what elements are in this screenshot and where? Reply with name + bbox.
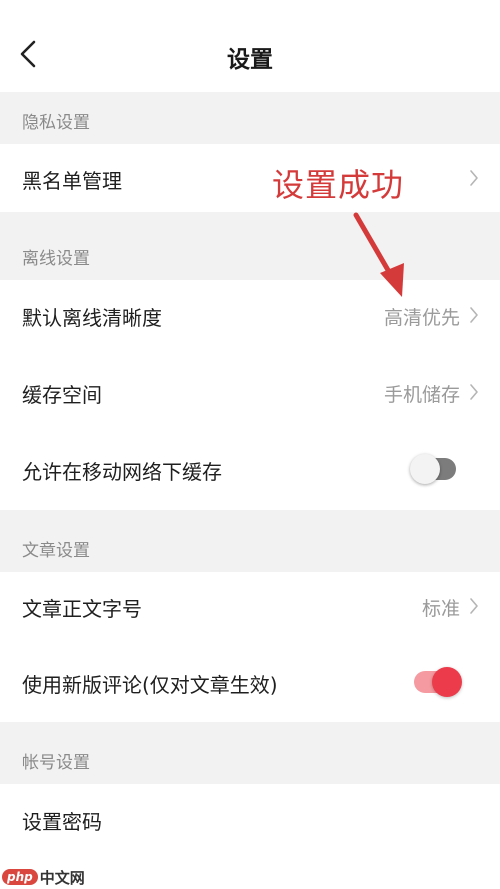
row-font-size[interactable]: 文章正文字号 标准 (0, 572, 500, 642)
row-cache-space[interactable]: 缓存空间 手机储存 (0, 352, 500, 430)
row-mobile-cache-label: 允许在移动网络下缓存 (22, 460, 222, 484)
section-title-privacy: 隐私设置 (22, 113, 90, 133)
page-title: 设置 (227, 47, 273, 73)
watermark-text: 中文网 (39, 868, 85, 887)
chevron-right-icon (470, 170, 478, 186)
new-comments-toggle[interactable] (414, 667, 462, 697)
section-header-account: 帐号设置 (0, 722, 500, 784)
row-set-password-label: 设置密码 (22, 810, 102, 834)
section-title-article: 文章设置 (22, 541, 90, 561)
section-header-privacy: 隐私设置 (0, 92, 500, 144)
watermark-logo: php (2, 869, 38, 885)
toggle-knob (432, 667, 462, 697)
watermark: php 中文网 (2, 866, 85, 888)
row-blacklist[interactable]: 黑名单管理 (0, 144, 500, 212)
row-cache-space-value: 手机储存 (383, 384, 460, 406)
toggle-knob (410, 454, 440, 484)
row-new-comments-label: 使用新版评论(仅对文章生效) (22, 673, 278, 697)
annotation-arrow-icon (353, 212, 404, 297)
row-default-quality-value: 高清优先 (383, 307, 460, 329)
section-header-article: 文章设置 (0, 510, 500, 572)
annotation-text: 设置成功 (272, 166, 405, 204)
row-default-quality[interactable]: 默认离线清晰度 高清优先 (0, 280, 500, 352)
row-font-size-label: 文章正文字号 (22, 597, 142, 621)
row-default-quality-label: 默认离线清晰度 (22, 306, 162, 330)
row-new-comments: 使用新版评论(仅对文章生效) (0, 642, 500, 722)
row-blacklist-label: 黑名单管理 (22, 169, 122, 193)
chevron-right-icon (470, 598, 478, 614)
row-cache-space-label: 缓存空间 (22, 383, 102, 407)
section-title-account: 帐号设置 (22, 753, 90, 773)
section-header-offline: 离线设置 (0, 212, 500, 280)
row-mobile-cache: 允许在移动网络下缓存 (0, 430, 500, 510)
chevron-right-icon (470, 307, 478, 323)
section-title-offline: 离线设置 (22, 249, 90, 269)
mobile-cache-toggle[interactable] (410, 454, 456, 484)
row-font-size-value: 标准 (421, 598, 460, 620)
top-bar: 设置 (0, 0, 500, 92)
chevron-right-icon (470, 384, 478, 400)
